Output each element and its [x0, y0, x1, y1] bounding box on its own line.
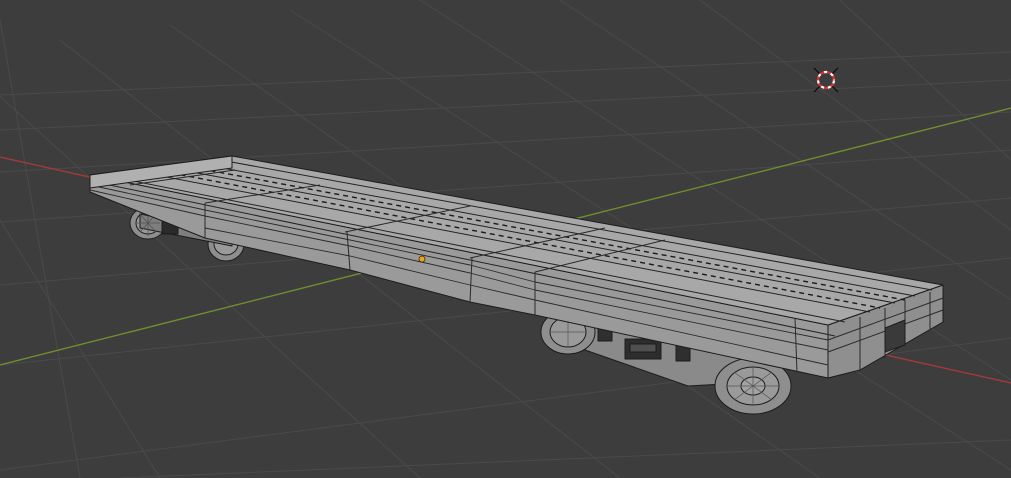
- 3d-cursor-icon[interactable]: [813, 67, 839, 93]
- object-origin-icon[interactable]: [418, 255, 426, 263]
- flatcar-mesh[interactable]: [89, 155, 944, 415]
- car-body[interactable]: [89, 155, 944, 379]
- 3d-viewport[interactable]: [0, 0, 1011, 478]
- viewport-canvas[interactable]: [0, 0, 1011, 478]
